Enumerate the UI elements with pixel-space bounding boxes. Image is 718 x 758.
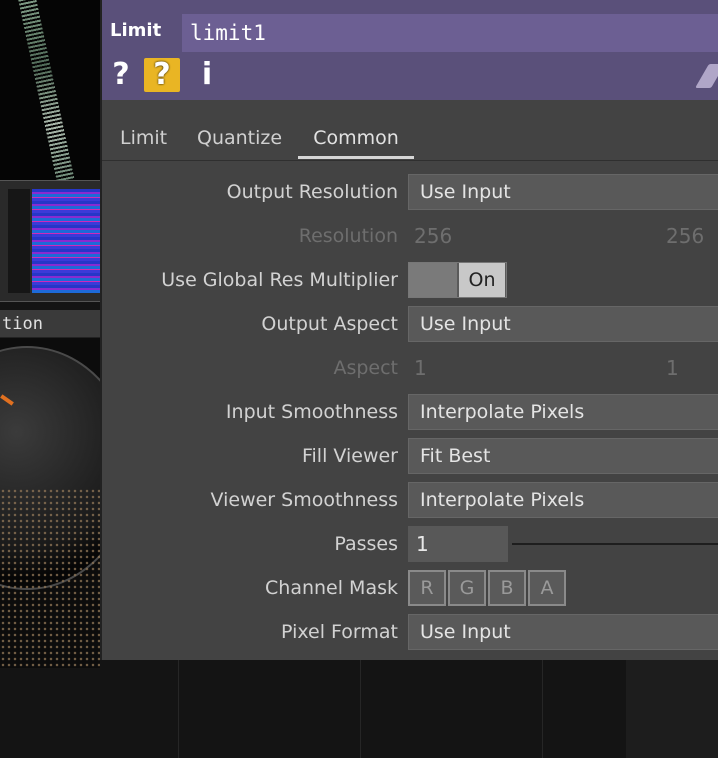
node-viewer-top[interactable] [0, 0, 100, 180]
toggle-knob [409, 263, 457, 297]
active-tab-indicator [298, 156, 414, 159]
param-passes: Passes 1 [102, 524, 718, 564]
param-label: Passes [334, 533, 398, 555]
param-label: Output Aspect [261, 313, 398, 335]
toggle-state: On [459, 263, 505, 297]
python-help-icon[interactable]: ? [144, 58, 180, 92]
output-aspect-menu[interactable]: Use Input [408, 306, 718, 342]
param-fill-viewer: Fill Viewer Fit Best [102, 436, 718, 476]
tab-quantize[interactable]: Quantize [197, 118, 282, 158]
tab-common[interactable]: Common [298, 118, 414, 158]
pixel-format-menu[interactable]: Use Input [408, 614, 718, 650]
param-pixel-format: Pixel Format Use Input [102, 612, 718, 652]
aspect-value-1: 1 [414, 356, 427, 380]
node-viewer-middle[interactable] [0, 180, 100, 302]
param-channel-mask: Channel Mask R G B A [102, 568, 718, 608]
param-aspect: Aspect 1 1 [102, 348, 718, 388]
operator-type: Limit [110, 20, 162, 41]
param-label: Resolution [298, 225, 398, 247]
channel-a-button[interactable]: A [528, 570, 566, 606]
param-viewer-smoothness: Viewer Smoothness Interpolate Pixels [102, 480, 718, 520]
passes-slider[interactable] [512, 543, 718, 545]
fill-viewer-menu[interactable]: Fit Best [408, 438, 718, 474]
operator-name-field[interactable]: limit1 [182, 14, 718, 52]
grid-line [178, 660, 179, 758]
param-label: Viewer Smoothness [210, 489, 398, 511]
network-area-dark [626, 660, 718, 758]
info-icon[interactable]: i [198, 58, 216, 92]
aspect-value-2: 1 [666, 356, 679, 380]
param-label: Channel Mask [265, 577, 398, 599]
channel-b-button[interactable]: B [488, 570, 526, 606]
grid-line [542, 660, 543, 758]
tab-divider [102, 160, 718, 161]
param-label: Output Resolution [226, 181, 398, 203]
resolution-height: 256 [666, 224, 705, 248]
input-smoothness-menu[interactable]: Interpolate Pixels [408, 394, 718, 430]
help-icon[interactable]: ? [110, 58, 132, 92]
grid-line [360, 660, 361, 758]
tab-limit[interactable]: Limit [120, 118, 167, 158]
viewer-smoothness-menu[interactable]: Interpolate Pixels [408, 482, 718, 518]
channel-r-button[interactable]: R [408, 570, 446, 606]
node-viewer-bottom[interactable] [0, 338, 100, 668]
passes-field[interactable]: 1 [408, 526, 508, 562]
param-output-resolution: Output Resolution Use Input [102, 172, 718, 212]
channel-g-button[interactable]: G [448, 570, 486, 606]
param-global-res-multiplier: Use Global Res Multiplier On [102, 260, 718, 300]
panel-header: Limit limit1 ? ? i [102, 0, 718, 100]
param-label: Use Global Res Multiplier [161, 269, 398, 291]
resolution-width: 256 [414, 224, 453, 248]
param-label: Fill Viewer [301, 445, 398, 467]
global-res-toggle[interactable]: On [408, 262, 507, 298]
parameter-tabs: Limit Quantize Common [102, 118, 718, 160]
param-label: Pixel Format [281, 621, 398, 643]
parameter-panel: Limit limit1 ? ? i Limit Quantize Common… [100, 0, 718, 660]
node-name-label[interactable]: tion [0, 310, 100, 338]
param-label: Input Smoothness [225, 401, 398, 423]
param-resolution: Resolution 256 256 [102, 216, 718, 256]
param-input-smoothness: Input Smoothness Interpolate Pixels [102, 392, 718, 432]
pencil-icon[interactable] [695, 64, 718, 88]
param-label: Aspect [333, 357, 398, 379]
param-output-aspect: Output Aspect Use Input [102, 304, 718, 344]
output-resolution-menu[interactable]: Use Input [408, 174, 718, 210]
